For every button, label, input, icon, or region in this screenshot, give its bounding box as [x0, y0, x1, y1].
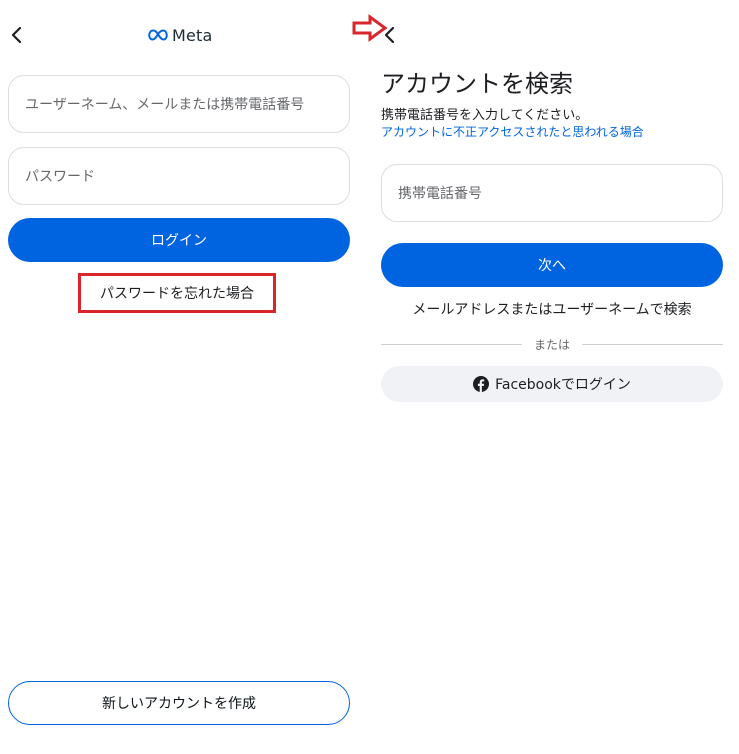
back-icon[interactable] [4, 22, 30, 48]
create-account-label: 新しいアカウントを作成 [102, 696, 256, 712]
facebook-icon [473, 376, 490, 392]
meta-infinity-icon [148, 29, 168, 41]
page-subtitle: 携帯電話番号を入力してください。 [381, 108, 589, 123]
search-by-email-label: メールアドレスまたはユーザーネームで検索 [412, 302, 692, 318]
divider-left [381, 344, 522, 345]
facebook-login-button[interactable]: Facebookでログイン [381, 366, 723, 402]
login-button-label: ログイン [151, 233, 207, 249]
search-by-email-link[interactable]: メールアドレスまたはユーザーネームで検索 [381, 299, 723, 319]
create-account-button[interactable]: 新しいアカウントを作成 [8, 681, 350, 725]
hacked-account-link[interactable]: アカウントに不正アクセスされたと思われる場合 [381, 123, 644, 140]
next-button[interactable]: 次へ [381, 243, 723, 287]
username-input[interactable]: ユーザーネーム、メールまたは携帯電話番号 [8, 75, 350, 133]
forgot-password-link[interactable]: パスワードを忘れた場合 [78, 273, 276, 313]
login-button[interactable]: ログイン [8, 218, 350, 262]
phone-number-placeholder: 携帯電話番号 [398, 186, 482, 202]
forgot-password-label: パスワードを忘れた場合 [100, 286, 254, 302]
username-placeholder: ユーザーネーム、メールまたは携帯電話番号 [25, 97, 305, 113]
divider-right [582, 344, 723, 345]
meta-logo: Meta [148, 24, 213, 46]
back-icon-right[interactable] [377, 22, 403, 48]
password-input[interactable]: パスワード [8, 147, 350, 205]
page-title: アカウントを検索 [381, 70, 573, 98]
or-label: または [533, 338, 570, 352]
next-button-label: 次へ [538, 258, 566, 274]
meta-logo-text: Meta [172, 25, 213, 45]
phone-number-input[interactable]: 携帯電話番号 [381, 164, 723, 222]
password-placeholder: パスワード [25, 169, 95, 185]
facebook-login-label: Facebookでログイン [495, 377, 631, 393]
